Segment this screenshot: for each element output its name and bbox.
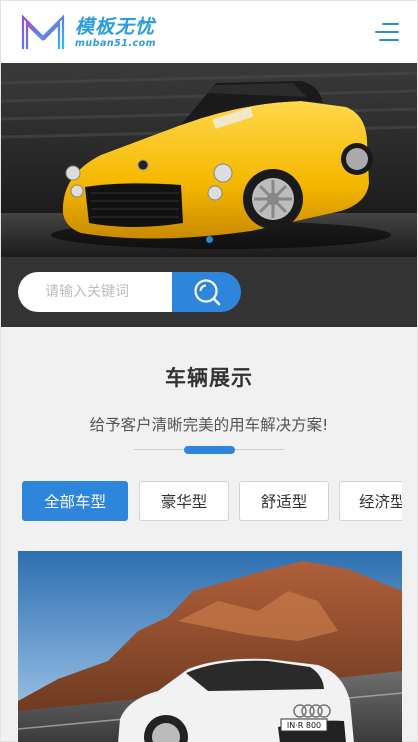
logo-domain: muban51.com	[75, 38, 157, 49]
license-plate: IN·R 800	[287, 721, 321, 730]
banner-car-image	[1, 63, 417, 257]
product-card[interactable]: IN·R 800	[18, 551, 402, 742]
tab-luxury[interactable]: 豪华型	[139, 481, 229, 521]
search-bar	[1, 257, 417, 327]
hero-banner[interactable]	[1, 63, 417, 257]
carousel-dot[interactable]	[205, 236, 213, 243]
header: 模板无忧 muban51.com	[1, 1, 417, 63]
product-car-image: IN·R 800	[18, 551, 402, 742]
tab-economy[interactable]: 经济型	[339, 481, 402, 521]
tab-comfort[interactable]: 舒适型	[239, 481, 329, 521]
search-button[interactable]	[172, 272, 241, 312]
section-subtitle: 给予客户清晰完美的用车解决方案!	[89, 416, 329, 434]
search-icon	[193, 279, 220, 306]
title-divider-accent	[184, 446, 235, 454]
tab-all[interactable]: 全部车型	[22, 481, 128, 521]
logo-title: 模板无忧	[75, 16, 156, 38]
logo-m-icon	[21, 14, 65, 49]
category-tabs: 全部车型 豪华型 舒适型 经济型	[22, 481, 402, 523]
logo[interactable]: 模板无忧 muban51.com	[19, 13, 156, 53]
carousel-dots	[1, 236, 417, 243]
hamburger-menu-icon[interactable]	[375, 23, 399, 43]
section-title: 车辆展示	[165, 366, 253, 390]
search-input[interactable]	[18, 272, 172, 312]
